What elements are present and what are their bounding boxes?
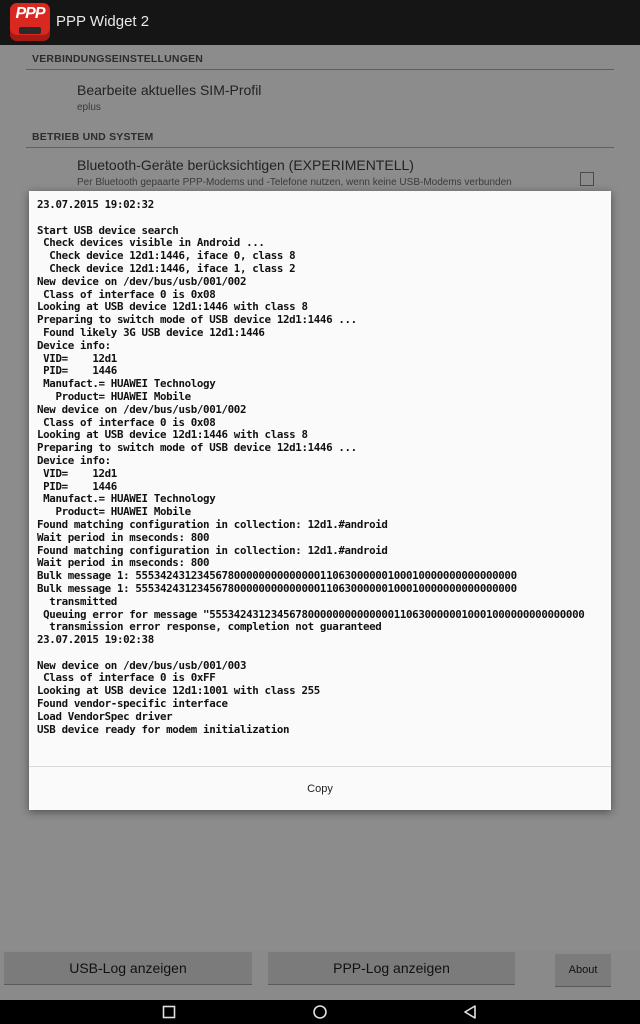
- pref-title-sim-profile: Bearbeite aktuelles SIM-Profil: [77, 82, 262, 98]
- log-text: 23.07.2015 19:02:32 Start USB device sea…: [37, 199, 585, 736]
- section-header-connection: VERBINDUNGSEINSTELLUNGEN: [32, 53, 204, 65]
- bluetooth-checkbox[interactable]: [580, 172, 594, 186]
- section-header-system: BETRIEB UND SYSTEM: [32, 131, 154, 143]
- section-divider: [26, 69, 614, 70]
- app-title: PPP Widget 2: [56, 13, 150, 30]
- navigation-bar: [0, 1000, 640, 1024]
- about-button[interactable]: About: [555, 954, 611, 986]
- action-bar: PPP PPP Widget 2: [0, 0, 640, 45]
- pref-title-bluetooth: Bluetooth-Geräte berücksichtigen (EXPERI…: [77, 157, 414, 173]
- ppp-log-button[interactable]: PPP-Log anzeigen: [268, 952, 515, 984]
- log-dialog: 23.07.2015 19:02:32 Start USB device sea…: [29, 191, 611, 810]
- home-icon[interactable]: [300, 1000, 340, 1024]
- app-logo-icon: PPP: [10, 3, 50, 41]
- usb-log-button[interactable]: USB-Log anzeigen: [4, 952, 252, 984]
- pref-summary-sim-profile: eplus: [77, 102, 101, 113]
- app-logo-text: PPP: [15, 5, 45, 22]
- copy-button[interactable]: Copy: [29, 767, 611, 810]
- recents-icon[interactable]: [149, 1000, 189, 1024]
- section-divider: [26, 147, 614, 148]
- usb-plug-icon: [19, 27, 41, 34]
- pref-summary-bluetooth: Per Bluetooth gepaarte PPP-Modems und -T…: [77, 177, 512, 188]
- back-icon[interactable]: [450, 1000, 490, 1024]
